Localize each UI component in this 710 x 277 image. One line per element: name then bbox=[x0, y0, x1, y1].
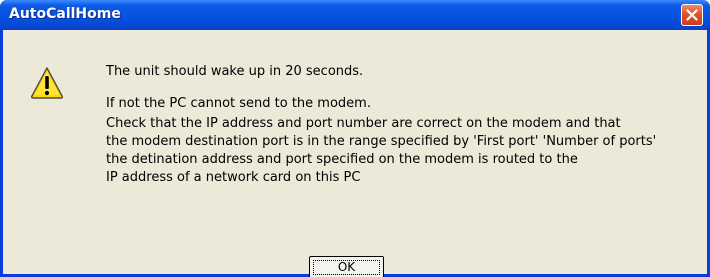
ok-button-label: OK bbox=[337, 260, 356, 274]
ok-button[interactable]: OK bbox=[309, 256, 384, 277]
message-line-1: The unit should wake up in 20 seconds. bbox=[106, 64, 364, 79]
message-line-6: IP address of a network card on this PC bbox=[106, 170, 361, 185]
close-button[interactable] bbox=[681, 4, 703, 26]
dialog-window: AutoCallHome The unit should wake up in … bbox=[0, 0, 710, 277]
message-line-4: the modem destination port is in the ran… bbox=[106, 134, 657, 149]
window-title: AutoCallHome bbox=[9, 6, 121, 22]
close-icon bbox=[686, 9, 698, 21]
warning-icon bbox=[30, 67, 64, 99]
title-bar[interactable]: AutoCallHome bbox=[0, 0, 710, 30]
dialog-body: The unit should wake up in 20 seconds. I… bbox=[3, 30, 707, 277]
message-line-2: If not the PC cannot send to the modem. bbox=[106, 96, 371, 111]
message-line-3: Check that the IP address and port numbe… bbox=[106, 116, 621, 131]
message-line-5: the detination address and port specifie… bbox=[106, 152, 578, 167]
